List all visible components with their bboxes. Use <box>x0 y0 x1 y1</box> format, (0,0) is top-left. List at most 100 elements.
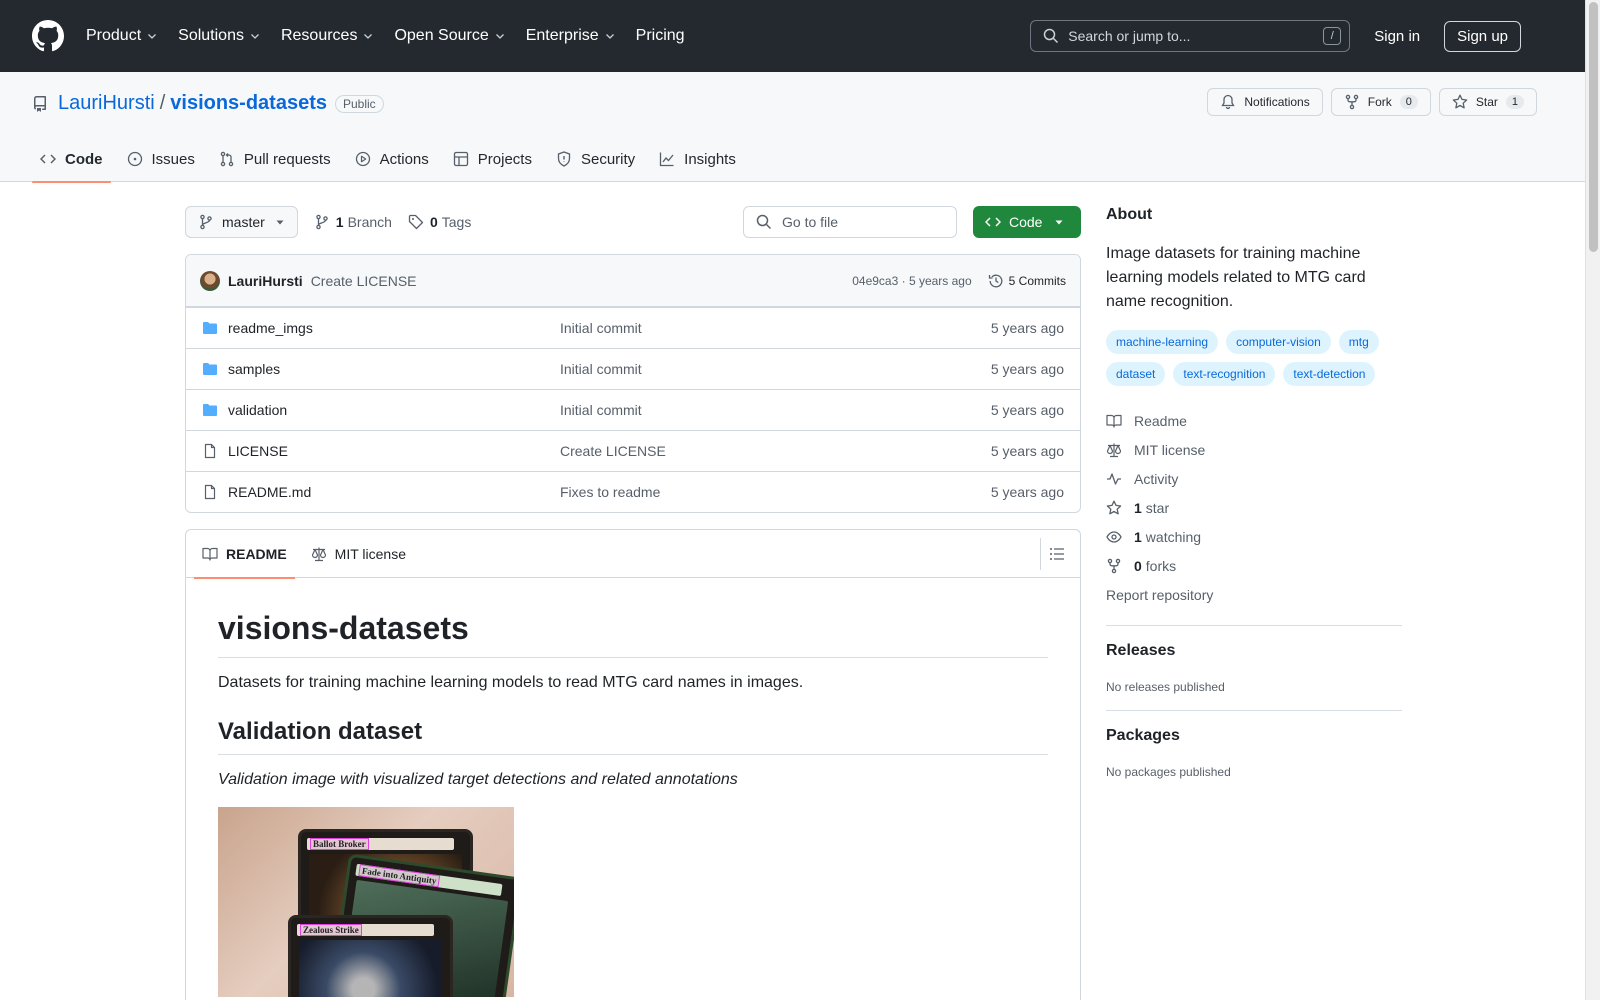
commit-message-link[interactable]: Create LICENSE <box>311 273 417 289</box>
visibility-badge: Public <box>335 94 384 113</box>
file-row[interactable]: validation Initial commit 5 years ago <box>186 389 1080 430</box>
branch-selector[interactable]: master <box>185 206 298 238</box>
tab-issues[interactable]: Issues <box>119 136 203 182</box>
stars-link[interactable]: 1 star <box>1106 493 1402 522</box>
readme-section-heading: Validation dataset <box>218 718 1048 755</box>
file-date: 5 years ago <box>990 402 1064 418</box>
file-row[interactable]: LICENSE Create LICENSE 5 years ago <box>186 430 1080 471</box>
activity-link[interactable]: Activity <box>1106 464 1402 493</box>
topic-tag[interactable]: machine-learning <box>1106 330 1219 354</box>
tab-security[interactable]: Security <box>548 136 643 182</box>
releases-empty: No releases published <box>1106 680 1225 694</box>
tab-readme[interactable]: README <box>194 530 295 579</box>
sign-up-button[interactable]: Sign up <box>1444 20 1521 52</box>
repo-header: LauriHursti / visions-datasets Public No… <box>0 72 1585 183</box>
file-browser: LauriHursti Create LICENSE 04e9ca3 · 5 y… <box>185 254 1081 513</box>
license-link[interactable]: MIT license <box>1106 435 1402 464</box>
nav-open-source[interactable]: Open Source <box>394 27 505 45</box>
nav-enterprise[interactable]: Enterprise <box>526 27 616 45</box>
report-repository-link[interactable]: Report repository <box>1106 580 1402 609</box>
sign-in-link[interactable]: Sign in <box>1374 28 1420 45</box>
file-commit-message[interactable]: Fixes to readme <box>560 484 991 500</box>
global-search-input[interactable]: Search or jump to... / <box>1030 20 1351 52</box>
tab-license[interactable]: MIT license <box>303 530 414 578</box>
packages-heading[interactable]: Packages <box>1106 727 1402 745</box>
code-dropdown-button[interactable]: Code <box>973 206 1081 238</box>
repo-owner-link[interactable]: LauriHursti <box>58 92 155 115</box>
avatar[interactable] <box>200 270 220 291</box>
link-label: Readme <box>1134 412 1187 429</box>
caret-down-icon <box>276 220 284 225</box>
notifications-button[interactable]: Notifications <box>1207 88 1323 116</box>
packages-empty: No packages published <box>1106 765 1231 779</box>
main-content: master 1 Branch 0 Tags Go to file Code L… <box>185 206 1081 1000</box>
readme-title: visions-datasets <box>218 610 1048 658</box>
page-scrollbar[interactable] <box>1585 0 1600 1000</box>
topic-tag[interactable]: text-recognition <box>1173 362 1276 386</box>
fork-button[interactable]: Fork 0 <box>1330 88 1431 116</box>
notifications-label: Notifications <box>1244 95 1310 109</box>
commit-hash-date[interactable]: 04e9ca3 · 5 years ago <box>852 274 971 288</box>
outline-toggle-button[interactable] <box>1040 538 1072 570</box>
star-icon <box>1452 94 1468 109</box>
tab-actions[interactable]: Actions <box>347 136 437 182</box>
header-right: Search or jump to... / Sign in Sign up <box>1030 20 1553 52</box>
branches-link[interactable]: 1 Branch <box>314 214 392 230</box>
nav-pricing[interactable]: Pricing <box>636 27 685 45</box>
commits-history-link[interactable]: 5 Commits <box>988 273 1066 289</box>
file-commit-message[interactable]: Initial commit <box>560 361 991 377</box>
validation-image[interactable]: Ballot Broker Fade into Antiquity Zealou… <box>218 807 514 997</box>
nav-solutions[interactable]: Solutions <box>178 27 261 45</box>
tags-link[interactable]: 0 Tags <box>408 214 471 230</box>
github-logo-icon[interactable] <box>32 20 64 52</box>
caret-down-icon <box>1055 220 1063 225</box>
commit-author-link[interactable]: LauriHursti <box>228 273 303 289</box>
file-name-link[interactable]: validation <box>228 402 560 418</box>
nav-product[interactable]: Product <box>86 27 158 45</box>
scrollbar-thumb[interactable] <box>1589 2 1598 252</box>
about-links: Readme MIT license Activity 1 star 1 wat… <box>1106 406 1402 609</box>
file-row[interactable]: samples Initial commit 5 years ago <box>186 348 1080 389</box>
history-icon <box>988 274 1003 287</box>
file-name-link[interactable]: LICENSE <box>228 443 560 459</box>
watchers-link[interactable]: 1 watching <box>1106 522 1402 551</box>
card-title-detection: Ballot Broker <box>310 838 369 850</box>
tab-code[interactable]: Code <box>32 136 111 183</box>
tab-projects[interactable]: Projects <box>445 136 540 182</box>
file-commit-message[interactable]: Initial commit <box>560 402 991 418</box>
file-name-link[interactable]: readme_imgs <box>228 320 560 336</box>
divider <box>1106 625 1402 626</box>
tab-pull-requests[interactable]: Pull requests <box>211 136 339 182</box>
tab-insights[interactable]: Insights <box>651 136 744 182</box>
releases-heading[interactable]: Releases <box>1106 642 1402 660</box>
file-name-link[interactable]: README.md <box>228 484 560 500</box>
repo-name-link[interactable]: visions-datasets <box>170 92 327 115</box>
star-button[interactable]: Star 1 <box>1438 88 1537 116</box>
topic-tag[interactable]: text-detection <box>1283 362 1376 386</box>
file-row[interactable]: README.md Fixes to readme 5 years ago <box>186 471 1080 512</box>
forks-count: 0 <box>1134 557 1142 574</box>
nav-resources[interactable]: Resources <box>281 27 374 45</box>
folder-icon <box>203 363 217 375</box>
topic-list: machine-learning computer-vision mtg dat… <box>1106 330 1402 394</box>
file-row[interactable]: readme_imgs Initial commit 5 years ago <box>186 307 1080 348</box>
forks-link[interactable]: 0 forks <box>1106 551 1402 580</box>
file-commit-message[interactable]: Initial commit <box>560 320 991 336</box>
branch-count: 1 <box>335 214 344 230</box>
tag-count: 0 <box>429 214 438 230</box>
readme-link[interactable]: Readme <box>1106 406 1402 435</box>
nav-label: Pricing <box>635 27 685 44</box>
eye-icon <box>1106 530 1122 543</box>
topic-tag[interactable]: mtg <box>1338 330 1379 354</box>
tab-label: Security <box>580 150 636 168</box>
file-name-link[interactable]: samples <box>228 361 560 377</box>
topic-tag[interactable]: dataset <box>1106 362 1166 386</box>
go-to-file-input[interactable]: Go to file <box>743 206 957 238</box>
star-label: Star <box>1475 95 1498 109</box>
graph-icon <box>660 152 674 167</box>
fork-count: 0 <box>1399 95 1418 109</box>
file-commit-message[interactable]: Create LICENSE <box>560 443 991 459</box>
tab-label: Insights <box>684 150 736 168</box>
branch-label: Branch <box>347 214 392 230</box>
topic-tag[interactable]: computer-vision <box>1226 330 1331 354</box>
